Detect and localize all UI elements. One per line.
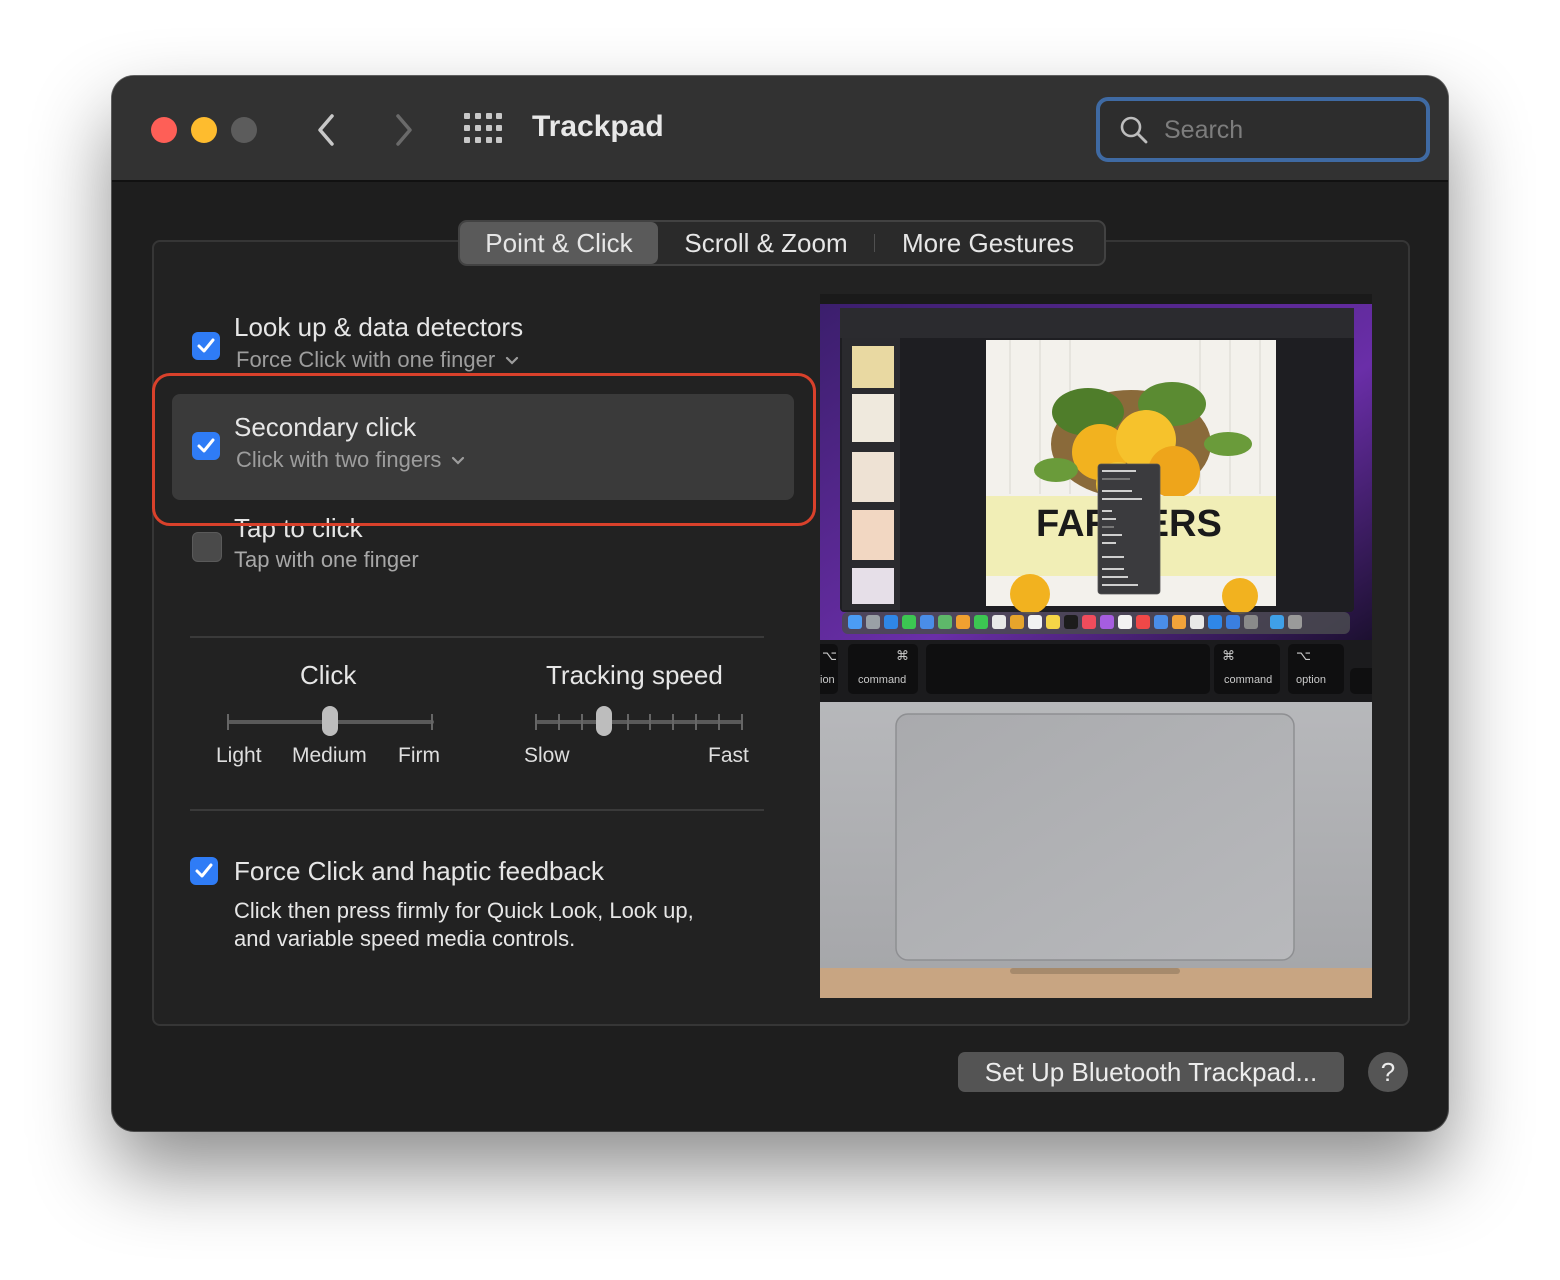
- click-slider-title: Click: [300, 660, 357, 690]
- app-toolbar: [840, 308, 1354, 338]
- preferences-window: Trackpad Point & Click Scroll & Zoom Mor…: [112, 76, 1448, 1131]
- checkmark-icon: [195, 863, 213, 878]
- show-all-grid-icon[interactable]: [464, 113, 502, 143]
- divider: [190, 809, 764, 811]
- tab-scroll-zoom[interactable]: Scroll & Zoom: [658, 222, 874, 264]
- slider-tick: [557, 714, 560, 730]
- chevron-down-icon: [506, 357, 519, 365]
- trackpad-surface: [895, 713, 1295, 961]
- slider-tick: [695, 714, 698, 730]
- slider-tick: [580, 714, 583, 730]
- lookup-checkbox[interactable]: [192, 332, 220, 360]
- divider: [190, 636, 764, 638]
- tracking-slider-knob[interactable]: [595, 706, 612, 736]
- chevron-right-icon: [396, 114, 412, 146]
- click-label-firm: Firm: [398, 744, 440, 767]
- key-label-ion: ion: [820, 674, 835, 686]
- key-label-command-left: command: [858, 674, 906, 686]
- force-click-description-1: Click then press firmly for Quick Look, …: [234, 898, 694, 923]
- tracking-label-slow: Slow: [524, 744, 570, 767]
- page-thumbnail: [852, 346, 894, 388]
- slider-tick: [431, 714, 433, 730]
- force-click-description-2: and variable speed media controls.: [234, 926, 576, 951]
- zoom-button[interactable]: [231, 117, 257, 143]
- slider-tick: [718, 714, 721, 730]
- lookup-title: Look up & data detectors: [234, 312, 524, 342]
- click-label-medium: Medium: [292, 744, 367, 767]
- gesture-preview-video: FARMERS: [820, 294, 1372, 998]
- page-thumbnail: [852, 452, 894, 502]
- close-button[interactable]: [151, 117, 177, 143]
- page-thumbnail: [852, 510, 894, 560]
- menu-bar: [820, 294, 1372, 304]
- tracking-slider-track: [536, 720, 742, 724]
- command-symbol: ⌘: [1222, 648, 1235, 663]
- force-click-title: Force Click and haptic feedback: [234, 856, 604, 886]
- tab-point-click[interactable]: Point & Click: [460, 222, 658, 264]
- minimize-button[interactable]: [191, 117, 217, 143]
- search-input[interactable]: [1162, 113, 1416, 147]
- key-label-option: option: [1296, 674, 1326, 686]
- slider-tick: [535, 714, 537, 730]
- forward-button[interactable]: [386, 110, 420, 150]
- checkmark-icon: [197, 338, 215, 353]
- key-space: [926, 644, 1210, 694]
- chevron-left-icon: [318, 114, 334, 146]
- force-click-checkbox[interactable]: [190, 857, 218, 885]
- back-button[interactable]: [310, 110, 344, 150]
- help-button[interactable]: ?: [1368, 1052, 1408, 1092]
- slider-tick: [741, 714, 743, 730]
- page-thumbnail: [852, 568, 894, 604]
- context-menu: [1097, 463, 1161, 595]
- search-field[interactable]: [1096, 97, 1430, 162]
- slider-tick: [649, 714, 652, 730]
- slider-tick: [626, 714, 629, 730]
- highlight-outline: [152, 373, 816, 526]
- key-arrow: [1350, 668, 1372, 694]
- command-symbol: ⌘: [896, 648, 909, 663]
- setup-bluetooth-trackpad-button[interactable]: Set Up Bluetooth Trackpad...: [958, 1052, 1344, 1092]
- option-symbol: ⌥: [822, 648, 837, 663]
- click-label-light: Light: [216, 744, 262, 767]
- option-symbol: ⌥: [1296, 648, 1311, 663]
- tab-bar: Point & Click Scroll & Zoom More Gesture…: [458, 220, 1106, 266]
- lookup-subtitle: Force Click with one finger: [236, 347, 496, 372]
- tap-to-click-checkbox[interactable]: [192, 532, 222, 562]
- slider-tick: [672, 714, 675, 730]
- tab-more-gestures[interactable]: More Gestures: [875, 222, 1101, 264]
- title-bar: Trackpad: [112, 76, 1448, 182]
- tracking-slider-title: Tracking speed: [546, 660, 723, 690]
- click-slider-knob[interactable]: [322, 706, 338, 736]
- window-title: Trackpad: [532, 110, 664, 143]
- slider-tick: [227, 714, 229, 730]
- page-thumbnail: [852, 394, 894, 442]
- lookup-subtitle-dropdown[interactable]: Force Click with one finger: [236, 347, 519, 373]
- tracking-label-fast: Fast: [708, 744, 749, 767]
- key-label-command-right: command: [1224, 674, 1272, 686]
- search-icon: [1120, 116, 1148, 144]
- tap-to-click-subtitle: Tap with one finger: [234, 547, 419, 572]
